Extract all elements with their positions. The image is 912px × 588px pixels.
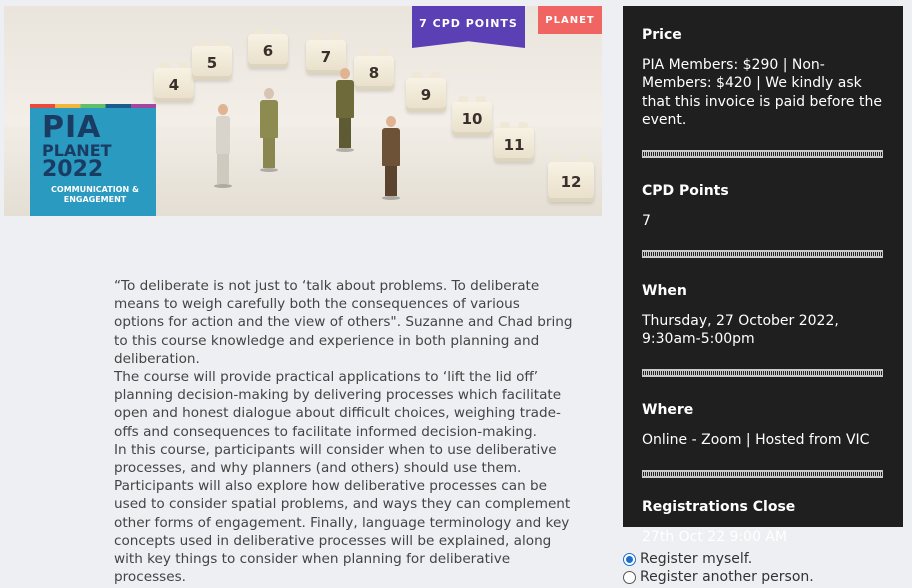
logo-text-pia: PIA: [42, 110, 102, 145]
brick-6: 6: [248, 28, 288, 68]
miniature-figure-1: [214, 104, 232, 188]
section-divider: [642, 368, 883, 377]
price-value: PIA Members: $290 | Non-Members: $420 | …: [642, 57, 882, 129]
brick-number: 5: [206, 54, 218, 72]
brick-number: 8: [368, 64, 380, 82]
register-myself-option[interactable]: Register myself.: [623, 550, 814, 568]
brick-number: 9: [420, 86, 432, 104]
when-section: When Thursday, 27 October 2022, 9:30am-5…: [642, 282, 883, 349]
register-another-label[interactable]: Register another person.: [640, 569, 814, 585]
brick-12: 12: [548, 156, 594, 202]
miniature-figure-3: [336, 68, 354, 152]
brick-number: 4: [168, 76, 180, 94]
register-myself-radio[interactable]: [623, 552, 636, 566]
section-divider: [642, 250, 883, 259]
registration-options: Register myself. Register another person…: [623, 550, 814, 586]
brick-number: 10: [461, 110, 483, 128]
miniature-figure-2: [260, 88, 278, 172]
description-paragraph: “To deliberate is not just to ‘talk abou…: [114, 278, 573, 367]
registrations-close-value: 27th Oct 22 9:00 AM: [642, 529, 788, 546]
brick-8: 8: [354, 50, 394, 90]
brick-number: 11: [503, 136, 525, 154]
brick-9: 9: [406, 72, 446, 112]
event-details-sidebar: Price PIA Members: $290 | Non-Members: $…: [623, 6, 903, 545]
register-another-option[interactable]: Register another person.: [623, 568, 814, 586]
brick-number: 12: [560, 173, 582, 191]
where-value: Online - Zoom | Hosted from VIC: [642, 431, 870, 448]
pia-planet-logo: PIA PLANET 2022 COMMUNICATION & ENGAGEME…: [30, 104, 156, 216]
where-section: Where Online - Zoom | Hosted from VIC: [642, 401, 883, 449]
brick-4: 4: [154, 62, 194, 102]
when-title: When: [642, 283, 687, 300]
brick-number: 6: [262, 42, 274, 60]
register-another-radio[interactable]: [623, 570, 636, 584]
registrations-close-section: Registrations Close 27th Oct 22 9:00 AM: [642, 498, 883, 546]
planet-badge: PLANET: [538, 6, 602, 34]
cpd-value: 7: [642, 212, 651, 229]
price-section: Price PIA Members: $290 | Non-Members: $…: [642, 26, 883, 130]
logo-text-year: 2022: [42, 157, 104, 182]
section-divider: [642, 149, 883, 158]
description-paragraph: The course will provide practical applic…: [114, 369, 562, 440]
section-divider: [642, 470, 883, 479]
register-myself-label[interactable]: Register myself.: [640, 551, 752, 567]
price-title: Price: [642, 27, 682, 43]
brick-11: 11: [494, 122, 534, 162]
brick-10: 10: [452, 96, 492, 136]
miniature-figure-4: [382, 116, 400, 200]
when-value: Thursday, 27 October 2022, 9:30am-5:00pm: [642, 313, 839, 348]
brick-number: 7: [320, 48, 332, 66]
description-paragraph: In this course, participants will consid…: [114, 441, 571, 586]
registrations-close-title: Registrations Close: [642, 499, 796, 516]
cpd-title: CPD Points: [642, 182, 729, 199]
event-description: “To deliberate is not just to ‘talk abou…: [114, 277, 574, 586]
brick-5: 5: [192, 40, 232, 80]
logo-subtitle: COMMUNICATION & ENGAGEMENT: [51, 185, 139, 204]
cpd-section: CPD Points 7: [642, 182, 883, 230]
where-title: Where: [642, 401, 694, 418]
